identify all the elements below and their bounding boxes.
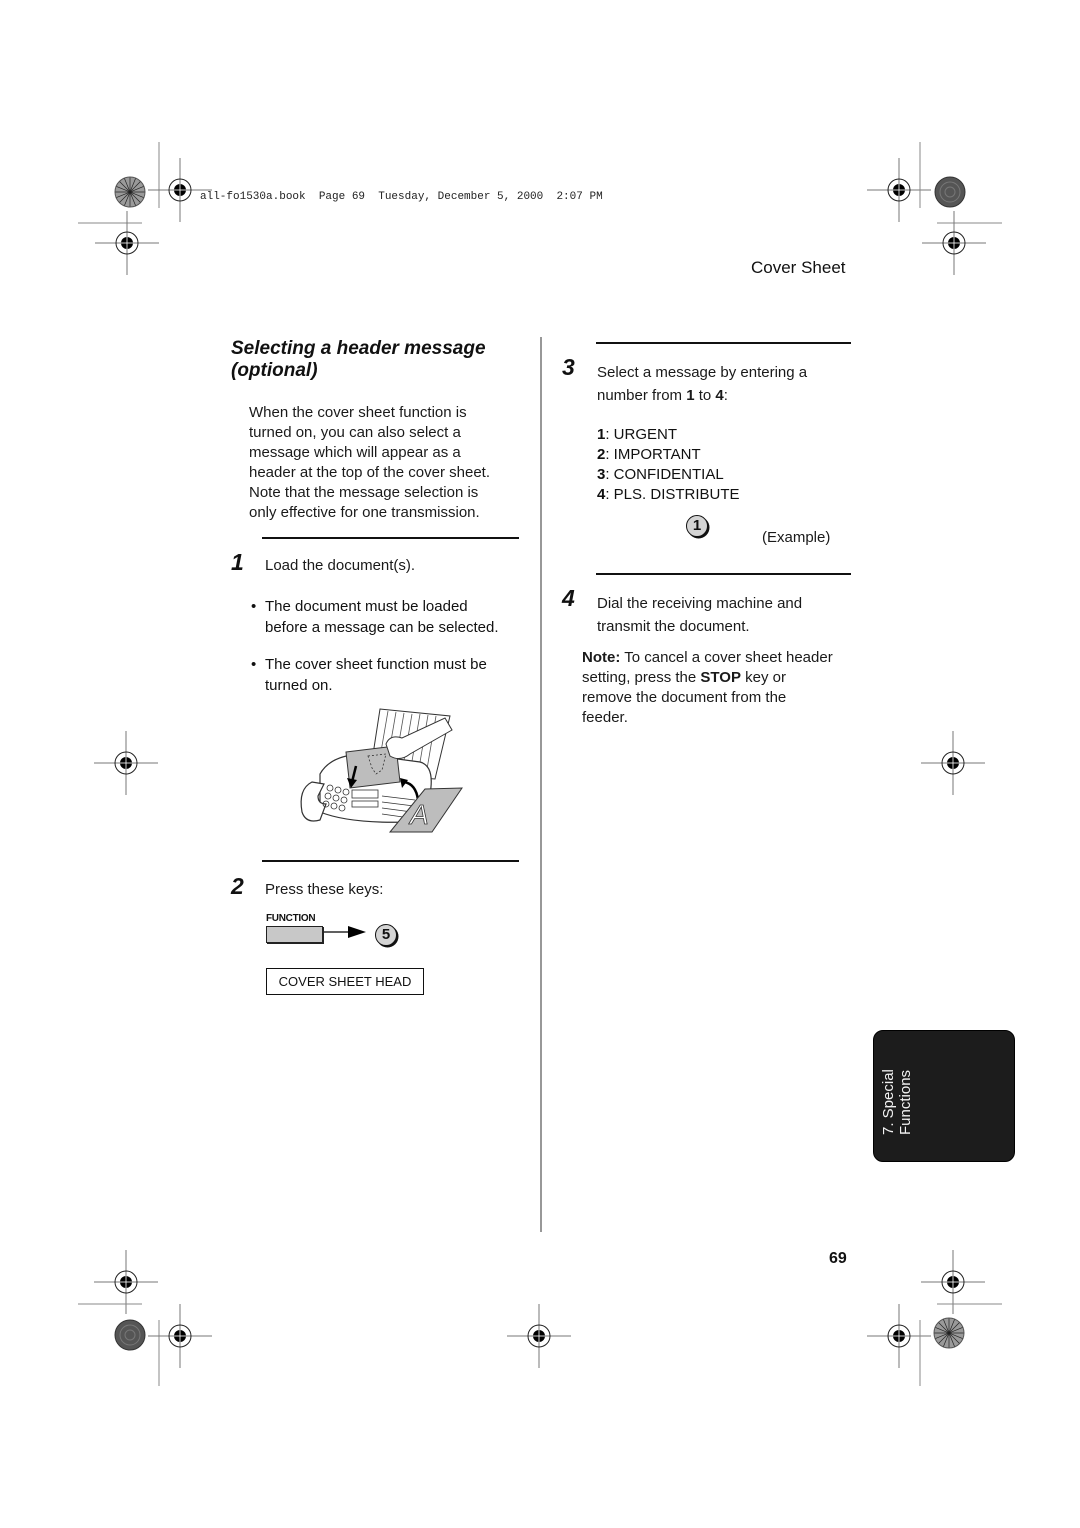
step-number: 3 [562, 354, 575, 380]
text-span: key or [740, 669, 786, 686]
note-line: setting, press the STOP key or [582, 668, 833, 688]
number-key-1: 1 [686, 515, 708, 537]
message-option: 4: PLS. DISTRIBUTE [597, 485, 740, 505]
fax-machine-illustration: A [300, 708, 463, 833]
note-line: Note: To cancel a cover sheet header [582, 648, 833, 668]
intro-line: turned on, you can also select a [249, 424, 461, 441]
heading-line: Selecting a header message [231, 338, 486, 359]
text-span: To cancel a cover sheet header [620, 649, 833, 666]
step-divider [262, 537, 519, 539]
section-heading: Selecting a header message (optional) [231, 338, 531, 382]
section-title: Cover Sheet [751, 258, 846, 277]
print-header-stamp: all-fo1530a.book Page 69 Tuesday, Decemb… [200, 191, 603, 203]
bullet-line: The document must be loaded [265, 598, 468, 615]
function-key [266, 926, 323, 943]
message-option: 3: CONFIDENTIAL [597, 465, 740, 485]
bold-number: 4 [715, 387, 724, 404]
rosette-top-right [934, 176, 966, 208]
intro-line: Note that the message selection is [249, 484, 479, 501]
message-option: 1: URGENT [597, 425, 740, 445]
note-line: feeder. [582, 709, 628, 726]
note: Note: To cancel a cover sheet header set… [582, 648, 833, 728]
text-span: setting, press the [582, 669, 701, 686]
document-letter: A [408, 799, 429, 830]
heading-line: (optional) [231, 360, 318, 381]
text-span: to [694, 387, 716, 404]
note-label: Note: [582, 649, 621, 666]
registration-mark [506, 1303, 572, 1369]
intro-line: message which will appear as a [249, 444, 461, 461]
rosette-top-left [114, 176, 146, 208]
step-line: Dial the receiving machine and [597, 595, 803, 612]
step-number: 2 [231, 873, 244, 899]
registration-mark [147, 157, 213, 223]
step-text: Load the document(s). [265, 557, 416, 574]
bullet-line: turned on. [265, 677, 333, 694]
stop-key-name: STOP [700, 669, 741, 686]
step-text: Dial the receiving machine and transmit … [597, 592, 802, 638]
registration-mark [920, 730, 986, 796]
bullet-item: • The document must be loaded before a m… [251, 596, 499, 638]
registration-mark [866, 157, 932, 223]
note-line: remove the document from the [582, 689, 787, 706]
bullet-line: before a message can be selected. [265, 619, 499, 636]
example-label: (Example) [762, 529, 831, 546]
step-text: Select a message by entering a number fr… [597, 361, 807, 407]
message-options-list: 1: URGENT 2: IMPORTANT 3: CONFIDENTIAL 4… [597, 425, 740, 505]
step-line: transmit the document. [597, 618, 750, 635]
option-label: : PLS. DISTRIBUTE [605, 486, 740, 503]
step-text: Press these keys: [265, 881, 384, 898]
number-key-5: 5 [375, 924, 397, 946]
message-option: 2: IMPORTANT [597, 445, 740, 465]
step-number: 4 [562, 585, 575, 611]
rosette-bottom-left [114, 1319, 146, 1351]
registration-mark [921, 210, 987, 276]
registration-mark [866, 1303, 932, 1369]
intro-line: When the cover sheet function is [249, 404, 467, 421]
arrow-right-icon [324, 926, 366, 938]
bullet-dot: • [251, 656, 257, 673]
text-span: number from [597, 387, 687, 404]
lcd-display: COVER SHEET HEAD [266, 968, 424, 995]
crop-marks [78, 142, 1002, 1386]
option-label: : IMPORTANT [605, 446, 701, 463]
text-span: : [723, 387, 728, 404]
bullet-item: • The cover sheet function must be turne… [251, 654, 487, 696]
bullet-line: The cover sheet function must be [265, 656, 487, 673]
intro-line: only effective for one transmission. [249, 504, 480, 521]
chapter-tab-line: Functions [897, 1069, 914, 1135]
step-divider [262, 860, 519, 862]
registration-mark [94, 210, 160, 276]
step-line: number from 1 to 4: [597, 384, 807, 407]
chapter-tab-label: 7. Special Functions [880, 1045, 914, 1135]
intro-paragraph: When the cover sheet function is turned … [249, 403, 490, 523]
step-line: Select a message by entering a [597, 364, 808, 381]
registration-mark [147, 1303, 213, 1369]
rosette-bottom-right [933, 1317, 965, 1349]
option-label: : URGENT [605, 426, 678, 443]
step-number: 1 [231, 549, 244, 575]
bold-number: 1 [686, 387, 695, 404]
option-label: : CONFIDENTIAL [605, 466, 724, 483]
step-divider [596, 342, 851, 344]
registration-mark [93, 730, 159, 796]
page-number: 69 [829, 1250, 847, 1267]
intro-line: header at the top of the cover sheet. [249, 464, 490, 481]
step-divider [596, 573, 851, 575]
bullet-dot: • [251, 598, 257, 615]
function-key-label: FUNCTION [266, 913, 316, 924]
chapter-tab-line: 7. Special [880, 1069, 897, 1135]
